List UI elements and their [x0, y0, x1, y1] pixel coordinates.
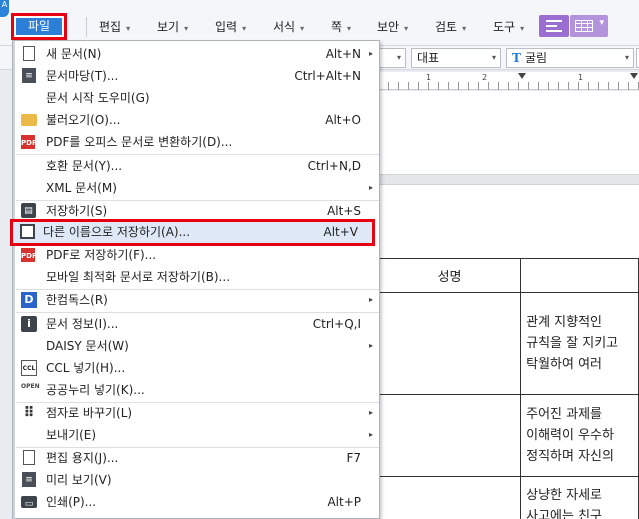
menu-item-preview[interactable]: ≡ 미리 보기(V) — [16, 469, 379, 491]
menu-tools[interactable]: 도구 ▾ — [493, 18, 524, 36]
table-row: 성명 — [377, 258, 639, 293]
chevron-down-icon: ▾ — [347, 24, 352, 33]
menu-file-highlight[interactable]: 파일 — [11, 13, 67, 40]
menu-item-page-setup[interactable]: 편집 용지(J)... F7 — [16, 447, 379, 469]
page-divider — [378, 174, 639, 185]
braille-icon: ⠿ — [23, 405, 35, 421]
document-page-top — [378, 91, 639, 174]
table-header-name: 성명 — [377, 258, 522, 293]
submenu-arrow-icon: ▸ — [368, 430, 373, 439]
menu-view[interactable]: 보기 ▾ — [157, 18, 188, 36]
chevron-down-icon: ▾ — [520, 24, 525, 33]
page-setup-icon — [23, 450, 35, 465]
document-page[interactable]: 성명 관계 지향적인 규칙을 잘 지키고 탁월하여 여러 주어진 과제를 이해력… — [377, 185, 639, 519]
menu-item-pdf-convert[interactable]: PDF PDF를 오피스 문서로 변환하기(D)... — [16, 131, 379, 153]
corner-tab[interactable]: A — [0, 0, 9, 17]
menu-item-print[interactable]: ▭ 인쇄(P)... Alt+P — [16, 491, 379, 513]
preview-icon: ≡ — [22, 472, 36, 487]
menu-item-kogl[interactable]: OPEN 공공누리 넣기(K)... — [16, 379, 379, 401]
menu-item-start-wizard[interactable]: 문서 시작 도우미(G) — [16, 87, 379, 109]
menu-item-document-info[interactable]: i 문서 정보(I)... Ctrl+Q,I — [16, 313, 379, 335]
indent-marker-icon[interactable] — [518, 73, 526, 79]
ruler-label: 1 — [578, 73, 584, 82]
submenu-arrow-icon: ▸ — [368, 295, 373, 304]
folder-open-icon — [21, 114, 37, 126]
menu-item-open[interactable]: 불러오기(O)... Alt+O — [16, 109, 379, 131]
template-icon: ≡ — [22, 68, 36, 83]
table-cell — [377, 394, 522, 477]
font-combo[interactable]: T 굴림 ▾ — [506, 48, 634, 68]
file-menu-dropdown: 새 문서(N) Alt+N ▸ ≡ 문서마당(T)... Ctrl+Alt+N … — [12, 40, 380, 519]
open-license-icon: OPEN — [21, 383, 40, 390]
chevron-down-icon: ▾ — [462, 24, 467, 33]
submenu-arrow-icon: ▸ — [368, 49, 373, 58]
menubar-separator — [86, 17, 87, 37]
table-row: 주어진 과제를 이해력이 우수하 정직하며 자신의 — [377, 394, 639, 477]
ruler-label: 2 — [482, 73, 488, 82]
save-as-icon — [20, 224, 35, 239]
chevron-down-icon: ▾ — [404, 24, 409, 33]
table-cell: 관계 지향적인 규칙을 잘 지키고 탁월하여 여러 — [520, 292, 639, 395]
horizontal-ruler[interactable]: 1 2 1 — [378, 72, 639, 90]
menu-item-xml-document[interactable]: XML 문서(M) ▸ — [16, 177, 379, 199]
chevron-down-icon: ▾ — [396, 53, 401, 62]
menu-strip — [13, 41, 15, 519]
table-cell: 상냥한 자세로 사고에는 친구 — [520, 476, 639, 519]
menu-file[interactable]: 파일 — [16, 18, 62, 35]
ruler-label: 1 — [426, 73, 432, 82]
font-icon: T — [512, 51, 521, 65]
right-margin-marker-icon[interactable] — [630, 73, 638, 79]
menu-item-templates[interactable]: ≡ 문서마당(T)... Ctrl+Alt+N — [16, 65, 379, 87]
ruler-ticks — [378, 82, 639, 90]
menu-format[interactable]: 서식 ▾ — [273, 18, 304, 36]
printer-icon: ▭ — [21, 496, 37, 509]
menu-review[interactable]: 검토 ▾ — [435, 18, 466, 36]
chevron-down-icon: ▾ — [491, 53, 496, 62]
menu-page[interactable]: 쪽 ▾ — [331, 18, 351, 36]
table-cell: 주어진 과제를 이해력이 우수하 정직하며 자신의 — [520, 394, 639, 477]
grid-view-button[interactable]: ▾ — [570, 15, 608, 37]
view-mode-button[interactable] — [539, 15, 569, 37]
submenu-arrow-icon: ▸ — [368, 341, 373, 350]
chevron-down-icon: ▾ — [126, 24, 131, 33]
document-table: 성명 관계 지향적인 규칙을 잘 지키고 탁월하여 여러 주어진 과제를 이해력… — [377, 258, 639, 519]
info-icon: i — [21, 316, 37, 332]
chevron-down-icon: ▾ — [184, 24, 189, 33]
table-row: 관계 지향적인 규칙을 잘 지키고 탁월하여 여러 — [377, 292, 639, 395]
menu-item-daisy[interactable]: DAISY 문서(W) ▸ — [16, 335, 379, 357]
menu-item-new-document[interactable]: 새 문서(N) Alt+N ▸ — [16, 43, 379, 65]
save-as-row[interactable]: 다른 이름으로 저장하기(A)... Alt+V — [15, 222, 370, 242]
menu-item-braille[interactable]: ⠿ 점자로 바꾸기(L) ▸ — [16, 402, 379, 424]
menu-input[interactable]: 입력 ▾ — [215, 18, 246, 36]
save-icon: ▤ — [21, 203, 36, 218]
table-grid-icon — [575, 20, 593, 32]
chevron-down-icon: ▾ — [624, 53, 629, 62]
menu-item-ccl[interactable]: CCL CCL 넣기(H)... — [16, 357, 379, 379]
new-document-icon — [23, 46, 35, 61]
table-cell — [377, 476, 522, 519]
menu-item-send[interactable]: 보내기(E) ▸ — [16, 424, 379, 446]
pdf-icon: PDF — [21, 248, 37, 262]
ccl-icon: CCL — [21, 360, 37, 376]
hancom-docs-icon: D — [21, 292, 37, 308]
table-row: 상냥한 자세로 사고에는 친구 — [377, 476, 639, 519]
menu-item-save-as[interactable]: 다른 이름으로 저장하기(A)... Alt+V — [10, 219, 375, 246]
chevron-down-icon: ▾ — [300, 24, 305, 33]
text-lines-icon — [546, 20, 562, 32]
pdf-icon: PDF — [21, 135, 37, 149]
table-cell — [520, 258, 639, 293]
style-combo[interactable]: 대표 ▾ — [411, 48, 501, 68]
chevron-down-icon: ▾ — [242, 24, 247, 33]
submenu-arrow-icon: ▸ — [368, 408, 373, 417]
menu-item-mobile-save[interactable]: 모바일 최적화 문서로 저장하기(B)... — [16, 266, 379, 288]
menu-item-hancom-docs[interactable]: D 한컴독스(R) ▸ — [16, 289, 379, 311]
chevron-down-icon: ▾ — [599, 18, 604, 28]
menu-item-compatible-doc[interactable]: 호환 문서(Y)... Ctrl+N,D — [16, 155, 379, 177]
submenu-arrow-icon: ▸ — [368, 183, 373, 192]
menu-edit[interactable]: 편집 ▾ — [99, 18, 130, 36]
menu-item-pdf-save[interactable]: PDF PDF로 저장하기(F)... — [16, 244, 379, 266]
table-cell — [377, 292, 522, 395]
menu-security[interactable]: 보안 ▾ — [377, 18, 408, 36]
